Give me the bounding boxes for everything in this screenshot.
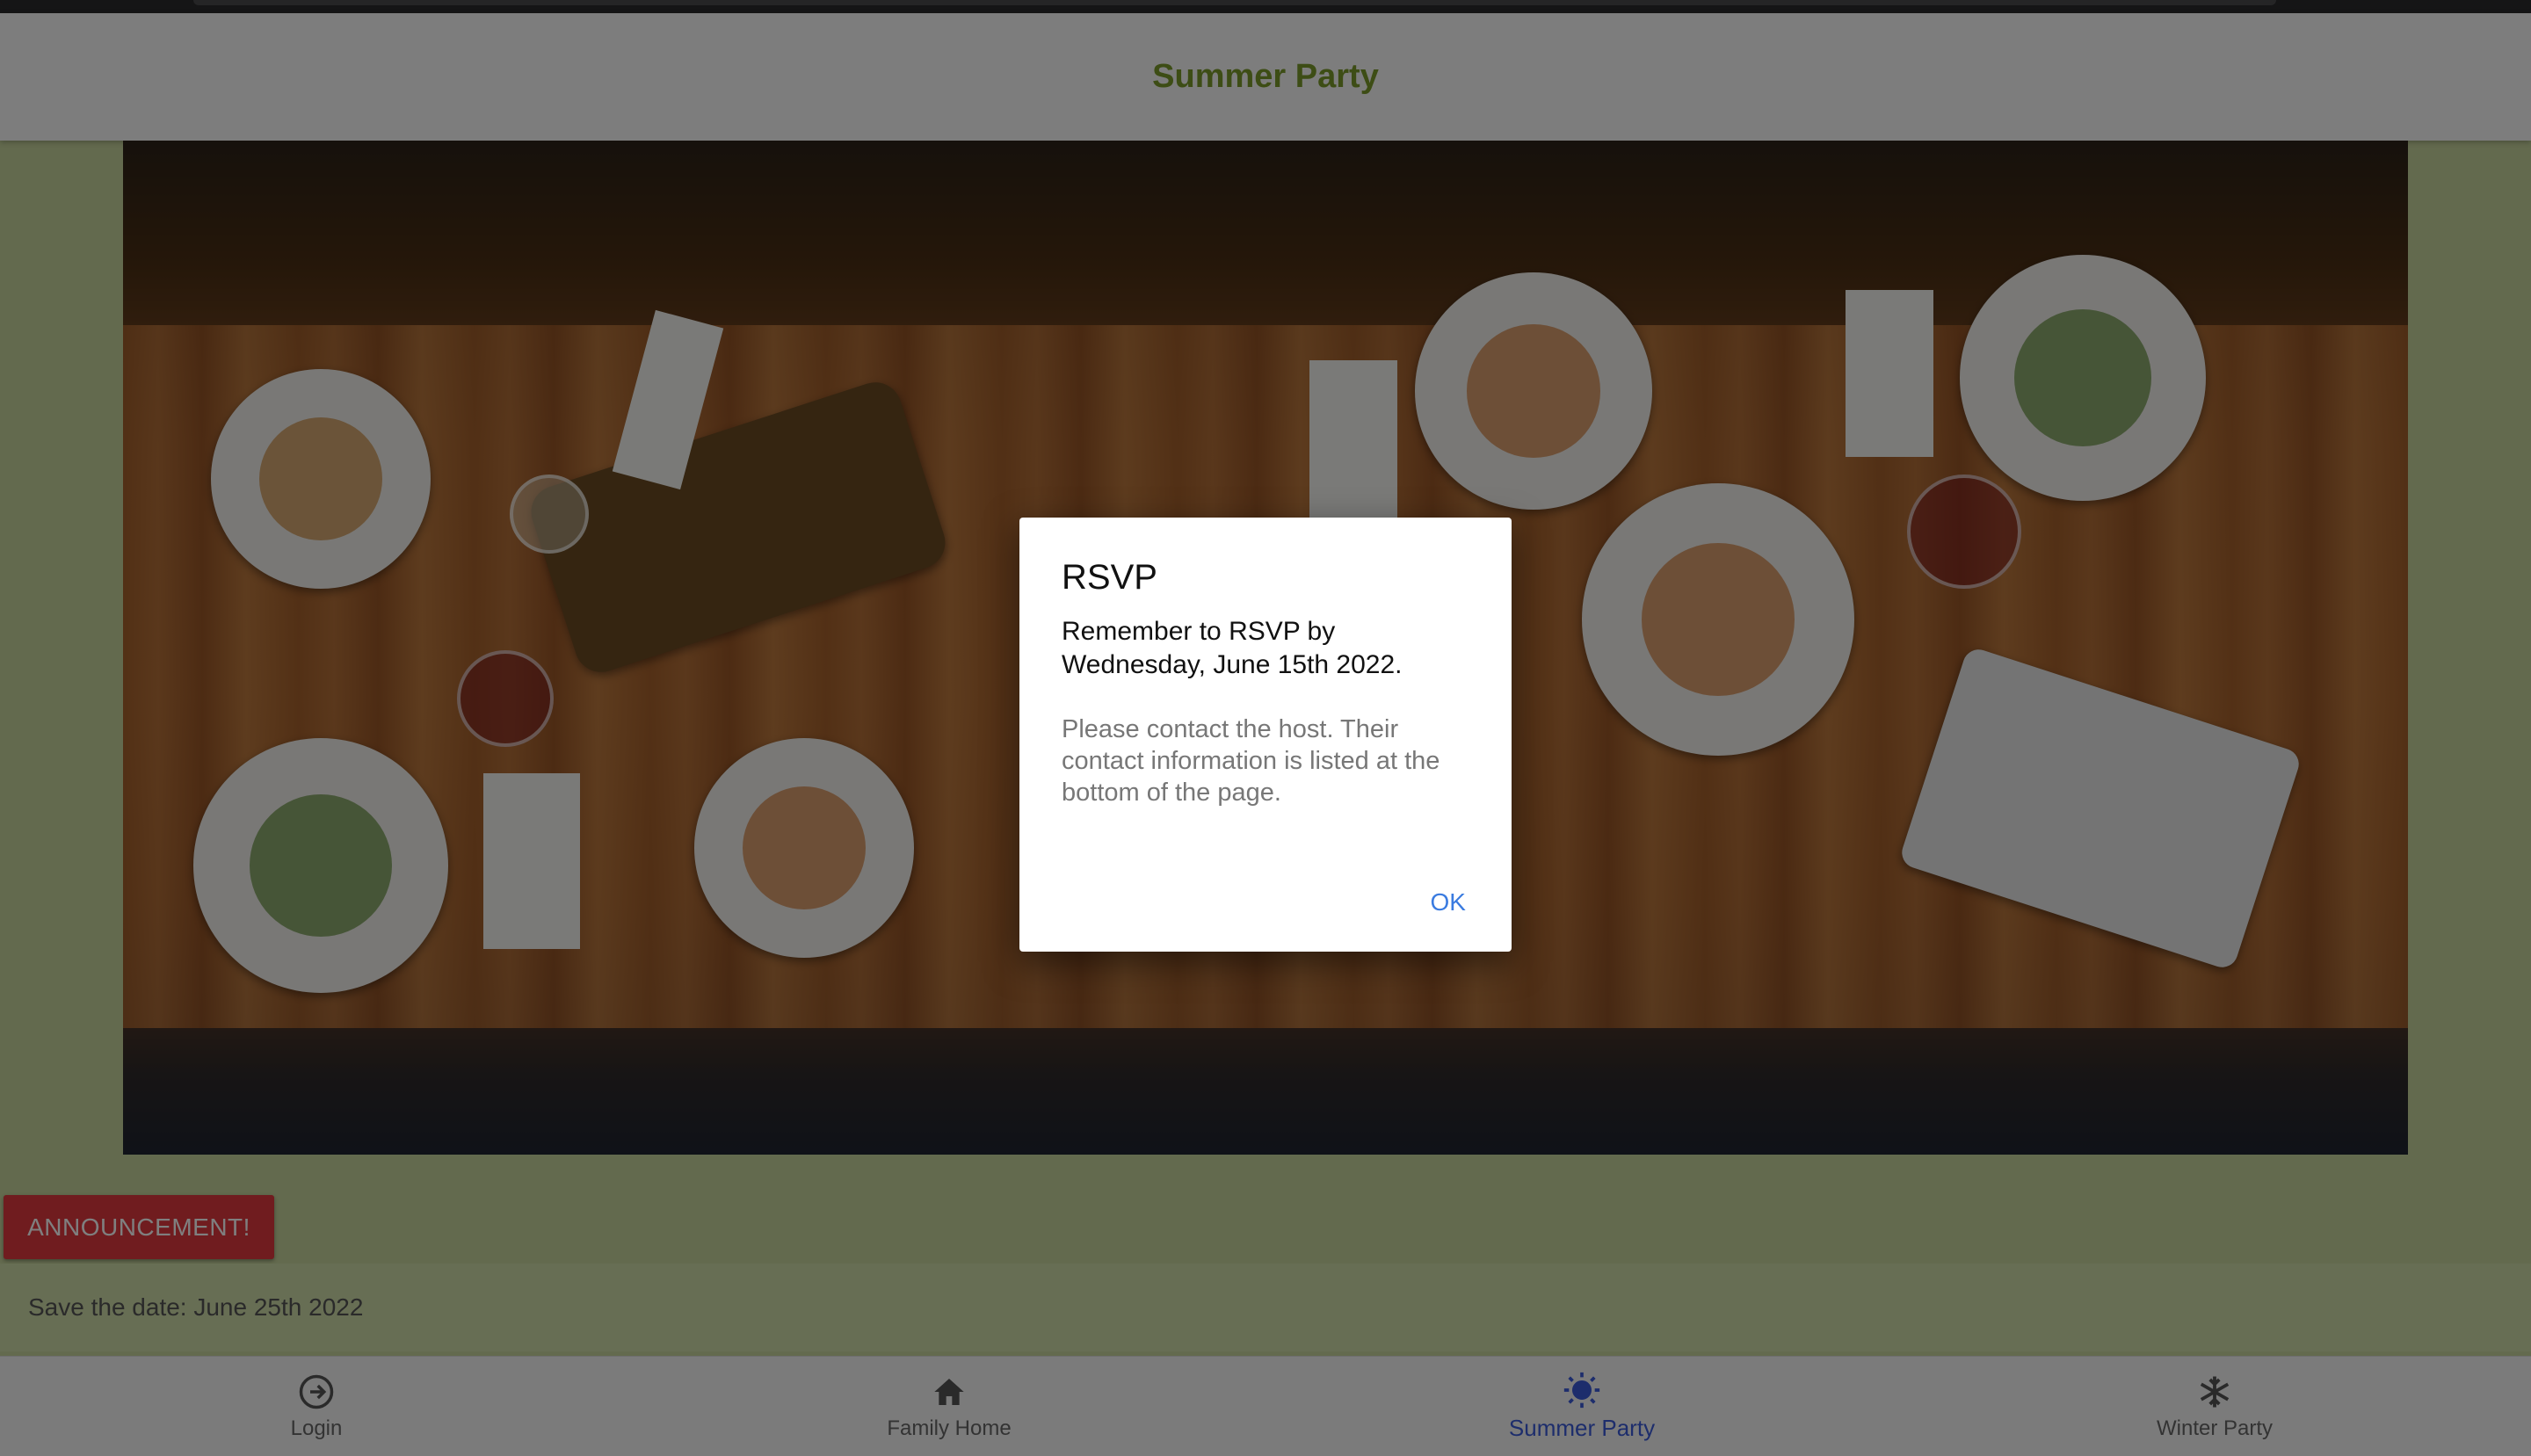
dialog-detail: Please contact the host. Their contact i… [1062,715,1440,807]
dialog-message: Remember to RSVP by Wednesday, June 15th… [1062,617,1403,679]
summer-party-page: Summer Party ANNOUNCEMENT! Save the date… [0,0,2531,1456]
ok-button[interactable]: OK [1420,883,1476,922]
rsvp-dialog: RSVP Remember to RSVP by Wednesday, June… [1019,518,1512,952]
dialog-title: RSVP [1062,558,1157,597]
